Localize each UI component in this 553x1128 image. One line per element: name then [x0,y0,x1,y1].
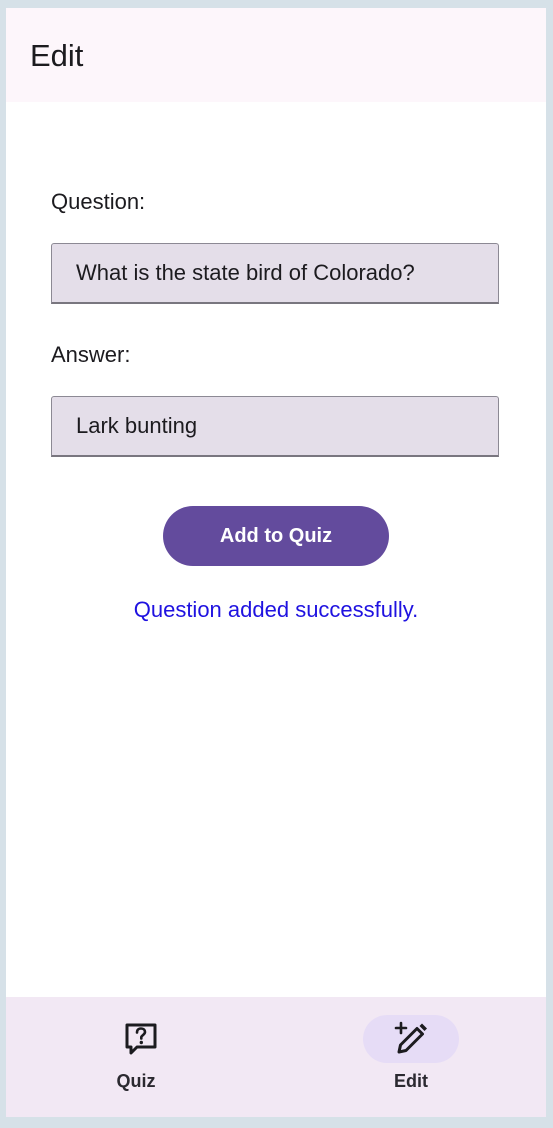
top-app-bar: Edit [6,8,546,102]
nav-edit-active-indicator [363,1015,459,1063]
add-to-quiz-button[interactable]: Add to Quiz [163,506,389,566]
edit-pencil-plus-icon [394,1021,427,1054]
question-field[interactable] [51,243,499,304]
answer-input[interactable] [52,397,498,455]
nav-item-quiz[interactable]: Quiz [6,997,276,1117]
question-input[interactable] [52,244,498,302]
nav-quiz-label: Quiz [116,1071,156,1091]
answer-field[interactable] [51,396,499,457]
answer-label: Answer: [51,342,131,367]
question-label: Question: [51,189,146,214]
app-window: Edit Question: Answer: Add to Quiz Quest… [6,8,546,1117]
quiz-question-bubble-icon [125,1023,157,1055]
bottom-navigation-bar: Quiz Edit [6,997,546,1117]
page-title: Edit [30,38,84,73]
status-message: Question added successfully. [133,597,419,622]
nav-edit-label: Edit [394,1071,428,1091]
nav-quiz-indicator [93,1015,189,1063]
nav-item-edit[interactable]: Edit [276,997,546,1117]
